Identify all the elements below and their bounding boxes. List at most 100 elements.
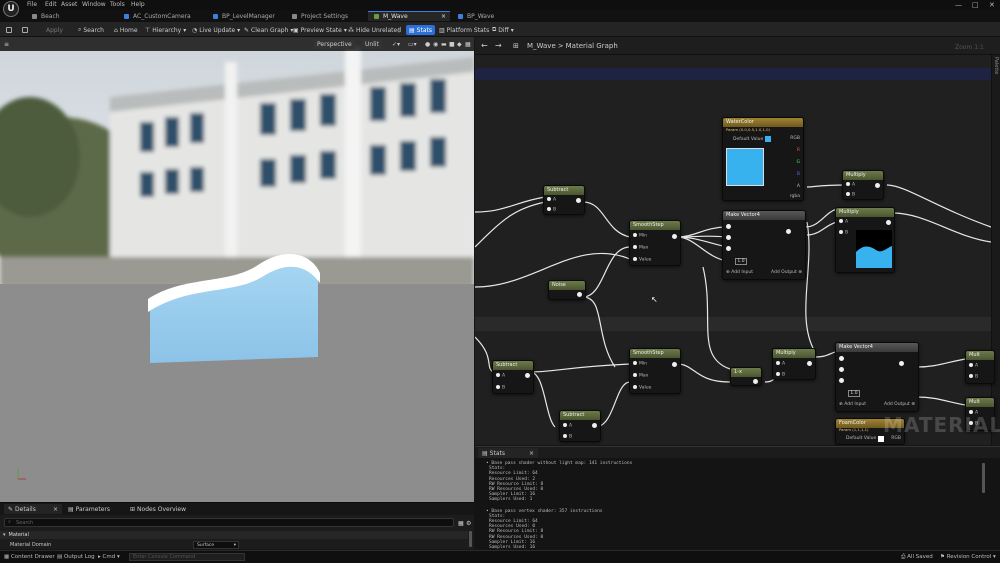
pin-min[interactable]: Min xyxy=(633,233,647,239)
pin-output[interactable] xyxy=(753,379,758,384)
pin-output[interactable] xyxy=(592,423,597,428)
node-multiply[interactable]: Multiply A B xyxy=(772,348,816,380)
pin-r[interactable]: R xyxy=(797,148,800,153)
tab-close-icon[interactable]: × xyxy=(53,506,58,513)
pin-input[interactable] xyxy=(839,356,844,361)
tab-details[interactable]: ✎ Details × xyxy=(4,504,62,514)
clean-graph-button[interactable]: ✎ Clean Graph ▾ xyxy=(244,25,293,35)
cmd-dropdown[interactable]: ▸ Cmd ▾ xyxy=(98,554,120,560)
pin-output[interactable] xyxy=(886,220,891,225)
teapot-icon[interactable]: ◆ xyxy=(457,39,462,49)
pin-output[interactable] xyxy=(576,198,581,203)
breadcrumb-graph[interactable]: Material Graph xyxy=(566,42,618,50)
live-update-button[interactable]: ◔ Live Update ▾ xyxy=(192,25,240,35)
pin-output[interactable] xyxy=(672,234,677,239)
pin-b[interactable]: B xyxy=(969,374,978,380)
diff-button[interactable]: ⧉ Diff ▾ xyxy=(492,25,514,35)
tab-project-settings[interactable]: Project Settings xyxy=(286,11,366,21)
pin-output[interactable] xyxy=(525,373,530,378)
details-scrollbar[interactable] xyxy=(469,531,472,547)
grid-icon[interactable]: ▦ xyxy=(465,39,471,49)
tab-m-wave[interactable]: M_Wave × xyxy=(368,11,450,21)
add-output-button[interactable]: Add Output ⊕ xyxy=(884,402,915,407)
settings-gear-icon[interactable]: ⚙ xyxy=(466,518,471,528)
preview-mesh-icon[interactable]: ▭▾ xyxy=(408,39,417,49)
pin-output[interactable] xyxy=(899,361,904,366)
pin-a[interactable]: A xyxy=(797,184,800,189)
revision-control-button[interactable]: ⚑ Revision Control ▾ xyxy=(940,554,996,560)
pin-max[interactable]: Max xyxy=(633,245,648,251)
value-field[interactable]: 1.0 xyxy=(848,390,860,397)
pin-output[interactable] xyxy=(672,362,677,367)
pin-output[interactable] xyxy=(786,229,791,234)
show-flags-icon[interactable]: ✓▾ xyxy=(392,39,400,49)
pin-b[interactable]: B xyxy=(563,434,572,440)
pin-max[interactable]: Max xyxy=(633,373,648,379)
tab-nodes-overview[interactable]: ⊞ Nodes Overview xyxy=(130,504,186,514)
pin-input[interactable] xyxy=(839,378,844,383)
menu-window[interactable]: Window xyxy=(82,1,106,8)
pin-g[interactable]: G xyxy=(797,160,801,165)
pin-a[interactable]: A xyxy=(547,197,556,203)
add-input-button[interactable]: ⊕ Add Input xyxy=(839,402,866,407)
value-field[interactable]: 1.0 xyxy=(735,258,747,265)
all-saved-button[interactable]: ⎙ All Saved xyxy=(901,554,933,561)
pin-b[interactable]: B xyxy=(547,207,556,213)
node-multiply[interactable]: Mult A B xyxy=(965,350,995,384)
tab-stats[interactable]: ▤ Stats × xyxy=(478,448,538,458)
pin-min[interactable]: Min xyxy=(633,361,647,367)
node-watercolor[interactable]: WaterColor Param (0.0,0.5,1.0,1.0) Defau… xyxy=(722,117,804,201)
pin-a[interactable]: A xyxy=(969,363,978,369)
pin-input[interactable] xyxy=(726,246,731,251)
menu-tools[interactable]: Tools xyxy=(110,1,125,8)
minimize-icon[interactable]: — xyxy=(955,1,962,9)
node-one-minus[interactable]: 1-x xyxy=(730,367,762,386)
home-button[interactable]: ⌂ Home xyxy=(114,25,138,35)
pin-b[interactable]: B xyxy=(839,230,848,236)
forward-arrow-icon[interactable]: → xyxy=(495,40,502,50)
node-smoothstep[interactable]: SmoothStep Min Max Value xyxy=(629,348,681,394)
pin-output[interactable] xyxy=(577,292,582,297)
tab-close-icon[interactable]: × xyxy=(441,13,446,20)
cube-icon[interactable]: ■ xyxy=(449,39,455,49)
stats-button[interactable]: ▤ Stats xyxy=(406,25,435,35)
tab-parameters[interactable]: ▤ Parameters xyxy=(68,504,110,514)
menu-help[interactable]: Help xyxy=(131,1,145,8)
node-subtract[interactable]: Subtract A B xyxy=(559,410,601,442)
plane-icon[interactable]: ▬ xyxy=(441,39,447,49)
perspective-dropdown[interactable]: Perspective xyxy=(314,39,355,49)
material-domain-dropdown[interactable]: Surface ▾ xyxy=(193,541,239,549)
pin-value[interactable]: Value xyxy=(633,257,651,263)
breadcrumb-asset[interactable]: M_Wave xyxy=(527,42,556,50)
pin-input[interactable] xyxy=(726,224,731,229)
node-make-vector4[interactable]: Make Vector4 1.0 ⊕ Add Input Add Output … xyxy=(835,342,919,412)
tab-close-icon[interactable]: × xyxy=(529,450,534,457)
palette-side-tab[interactable]: Palette xyxy=(991,53,1000,445)
content-drawer-button[interactable]: ▦ Content Drawer xyxy=(4,554,55,560)
color-swatch[interactable] xyxy=(765,136,771,142)
details-search-input[interactable]: ⌕ Search xyxy=(4,518,454,527)
menu-edit[interactable]: Edit xyxy=(45,1,57,8)
node-make-vector4[interactable]: Make Vector4 1.0 ⊕ Add Input Add Output … xyxy=(722,210,806,280)
pin-rgba[interactable]: rgba xyxy=(790,194,800,199)
search-button[interactable]: ⌕ Search xyxy=(78,25,104,35)
lit-mode-dropdown[interactable]: Unlit xyxy=(362,39,382,49)
pin-a[interactable]: A xyxy=(846,182,855,188)
pin-input[interactable] xyxy=(839,367,844,372)
save-icon[interactable] xyxy=(6,25,12,35)
hierarchy-button[interactable]: ⊤ Hierarchy ▾ xyxy=(145,25,186,35)
more-icon[interactable]: ⋮ xyxy=(396,25,402,35)
pin-a[interactable]: A xyxy=(776,361,785,367)
node-multiply-preview[interactable]: Multiply A B xyxy=(835,207,895,273)
maximize-icon[interactable]: □ xyxy=(972,1,979,9)
pin-output[interactable] xyxy=(875,183,880,188)
pin-b[interactable]: B xyxy=(846,192,855,198)
menu-file[interactable]: File xyxy=(27,1,37,8)
viewport-menu-icon[interactable]: ≡ xyxy=(4,39,9,49)
stats-scrollbar[interactable] xyxy=(982,463,985,493)
pin-input[interactable] xyxy=(726,235,731,240)
material-section-header[interactable]: ▾ Material xyxy=(0,531,468,539)
pin-b[interactable]: B xyxy=(776,372,785,378)
preview-viewport[interactable]: ≡ Perspective Unlit ✓▾ ▭▾ ● ◉ ▬ ■ ◆ ▦ xyxy=(0,37,474,502)
pin-a[interactable]: A xyxy=(839,219,848,225)
